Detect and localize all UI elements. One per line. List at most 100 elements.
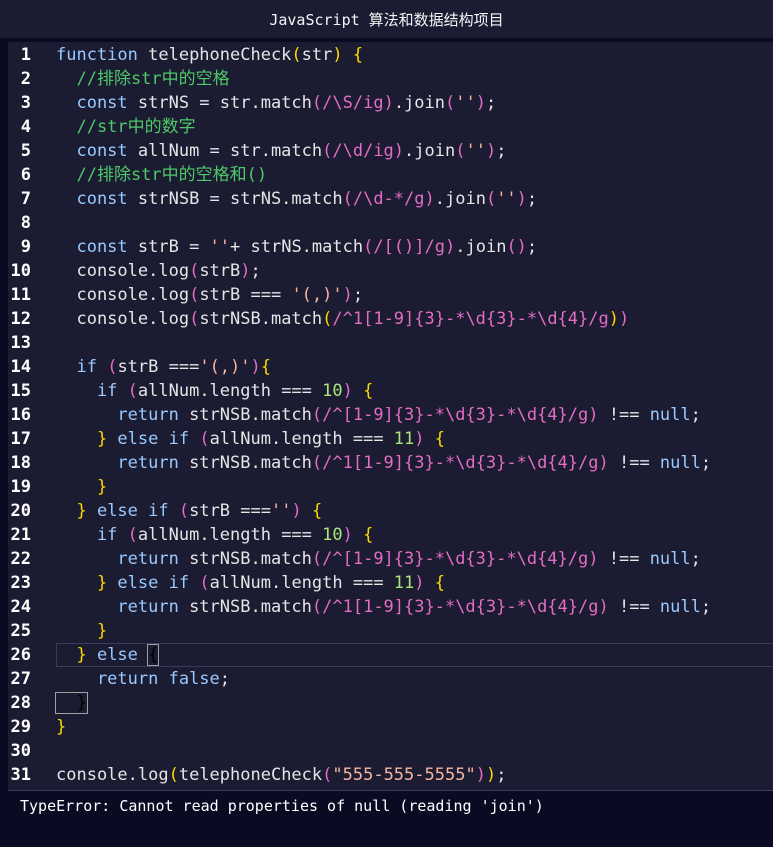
code-token: ( bbox=[322, 309, 333, 329]
code-editor[interactable]: 1 function telephoneCheck(str) {2 //排除str… bbox=[0, 42, 773, 790]
code-line-2[interactable]: 2 //排除str中的空格 bbox=[0, 67, 773, 91]
line-code[interactable]: return strNSB.match(/^1[1-9]{3}-*\d{3}-*… bbox=[56, 595, 711, 619]
code-token: allNum = str.match bbox=[137, 141, 323, 161]
code-token: ) bbox=[598, 453, 609, 473]
code-line-31[interactable]: 31 console.log(telephoneCheck("555-555-55… bbox=[0, 763, 773, 787]
code-token: ; bbox=[496, 141, 507, 161]
code-line-25[interactable]: 25 } bbox=[0, 619, 773, 643]
line-code[interactable]: return strNSB.match(/^1[1-9]{3}-*\d{3}-*… bbox=[56, 451, 711, 475]
code-token: strNSB.match bbox=[189, 549, 312, 569]
code-token: strNSB = strNS.match bbox=[137, 189, 343, 209]
line-code[interactable]: console.log(strNSB.match(/^1[1-9]{3}-*\d… bbox=[56, 307, 629, 331]
code-line-30[interactable]: 30 bbox=[0, 739, 773, 763]
console-output: TypeError: Cannot read properties of nul… bbox=[20, 797, 544, 815]
line-code[interactable]: console.log(telephoneCheck("555-555-5555… bbox=[56, 763, 506, 787]
code-token: const bbox=[56, 93, 138, 113]
code-token: telephoneCheck bbox=[148, 45, 292, 65]
code-line-17[interactable]: 17 } else if (allNum.length === 11) { bbox=[0, 427, 773, 451]
line-code[interactable]: const strNS = str.match(/\S/ig).join('')… bbox=[56, 91, 496, 115]
line-code[interactable]: } bbox=[56, 715, 66, 739]
code-token: '' bbox=[270, 501, 292, 521]
line-code[interactable]: return strNSB.match(/^[1-9]{3}-*\d{3}-*\… bbox=[56, 547, 701, 571]
line-code[interactable]: function telephoneCheck(str) { bbox=[56, 43, 363, 67]
code-line-16[interactable]: 16 return strNSB.match(/^[1-9]{3}-*\d{3}… bbox=[0, 403, 773, 427]
code-token: { bbox=[363, 381, 374, 401]
line-code[interactable]: if (strB ==='(,)'){ bbox=[56, 355, 271, 379]
code-token: '' bbox=[455, 93, 476, 113]
line-code[interactable]: } bbox=[56, 475, 107, 499]
code-line-14[interactable]: 14 if (strB ==='(,)'){ bbox=[0, 355, 773, 379]
console-panel: TypeError: Cannot read properties of nul… bbox=[8, 790, 773, 847]
gutter-edge bbox=[0, 42, 8, 846]
code-line-3[interactable]: 3 const strNS = str.match(/\S/ig).join('… bbox=[0, 91, 773, 115]
code-line-10[interactable]: 10 console.log(strB); bbox=[0, 259, 773, 283]
code-token: { bbox=[352, 45, 364, 65]
code-token: ( bbox=[199, 573, 210, 593]
line-code[interactable]: const allNum = str.match(/\d/ig).join(''… bbox=[56, 139, 506, 163]
code-token: '' bbox=[209, 237, 231, 257]
code-token: 11 bbox=[393, 429, 415, 449]
code-line-20[interactable]: 20 } else if (strB ==='') { bbox=[0, 499, 773, 523]
line-code[interactable]: //排除str中的空格 bbox=[56, 67, 229, 91]
code-token: ) bbox=[250, 357, 261, 377]
code-token: strB === bbox=[189, 501, 271, 521]
code-line-22[interactable]: 22 return strNSB.match(/^[1-9]{3}-*\d{3}… bbox=[0, 547, 773, 571]
line-code[interactable]: } bbox=[55, 691, 88, 715]
line-code[interactable]: return false; bbox=[56, 667, 230, 691]
line-code[interactable]: if (allNum.length === 10) { bbox=[56, 523, 373, 547]
code-token: return bbox=[56, 597, 190, 617]
code-token: ; bbox=[250, 261, 261, 281]
line-code[interactable]: //排除str中的空格和() bbox=[56, 163, 267, 187]
line-code[interactable]: const strNSB = strNS.match(/\d-*/g).join… bbox=[56, 187, 537, 211]
code-line-21[interactable]: 21 if (allNum.length === 10) { bbox=[0, 523, 773, 547]
code-token: ; bbox=[690, 405, 701, 425]
line-code[interactable]: } else if (strB ==='') { bbox=[56, 499, 322, 523]
line-code[interactable]: //str中的数字 bbox=[56, 115, 195, 139]
line-code[interactable]: console.log(strB === '(,)'); bbox=[56, 283, 363, 307]
code-line-11[interactable]: 11 console.log(strB === '(,)'); bbox=[0, 283, 773, 307]
line-code[interactable]: const strB = ''+ strNS.match(/[()]/g).jo… bbox=[56, 235, 537, 259]
line-code[interactable]: } else if (allNum.length === 11) { bbox=[56, 571, 445, 595]
line-code[interactable]: return strNSB.match(/^[1-9]{3}-*\d{3}-*\… bbox=[56, 403, 701, 427]
code-token: ( bbox=[311, 597, 323, 617]
code-line-27[interactable]: 27 return false; bbox=[0, 667, 773, 691]
code-token: ) bbox=[332, 45, 343, 65]
code-token: return bbox=[56, 669, 169, 689]
code-line-5[interactable]: 5 const allNum = str.match(/\d/ig).join(… bbox=[0, 139, 773, 163]
line-code[interactable]: } else if (allNum.length === 11) { bbox=[56, 427, 445, 451]
line-code[interactable]: console.log(strB); bbox=[56, 259, 261, 283]
code-line-9[interactable]: 9 const strB = ''+ strNS.match(/[()]/g).… bbox=[0, 235, 773, 259]
code-token: ) bbox=[342, 285, 353, 305]
code-token: ) bbox=[485, 765, 497, 785]
line-code[interactable]: } else { bbox=[56, 643, 160, 667]
code-line-28[interactable]: 28 } bbox=[0, 691, 773, 715]
code-line-29[interactable]: 29} bbox=[0, 715, 773, 739]
code-line-26[interactable]: 26 } else { bbox=[0, 643, 773, 667]
code-line-12[interactable]: 12 console.log(strNSB.match(/^1[1-9]{3}-… bbox=[0, 307, 773, 331]
code-line-13[interactable]: 13 bbox=[0, 331, 773, 355]
code-line-6[interactable]: 6 //排除str中的空格和() bbox=[0, 163, 773, 187]
code-token: ( bbox=[199, 429, 210, 449]
code-token: ( bbox=[363, 237, 374, 257]
code-line-4[interactable]: 4 //str中的数字 bbox=[0, 115, 773, 139]
code-line-7[interactable]: 7 const strNSB = strNS.match(/\d-*/g).jo… bbox=[0, 187, 773, 211]
code-line-23[interactable]: 23 } else if (allNum.length === 11) { bbox=[0, 571, 773, 595]
code-token: ( bbox=[189, 261, 200, 281]
code-token: } bbox=[56, 429, 108, 449]
code-token: { bbox=[434, 573, 446, 593]
code-token: } bbox=[56, 645, 87, 665]
code-line-15[interactable]: 15 if (allNum.length === 10) { bbox=[0, 379, 773, 403]
code-token: ; bbox=[352, 285, 364, 305]
line-code[interactable]: if (allNum.length === 10) { bbox=[56, 379, 373, 403]
code-line-18[interactable]: 18 return strNSB.match(/^1[1-9]{3}-*\d{3… bbox=[0, 451, 773, 475]
code-line-19[interactable]: 19 } bbox=[0, 475, 773, 499]
code-token: ; bbox=[690, 549, 701, 569]
code-line-24[interactable]: 24 return strNSB.match(/^1[1-9]{3}-*\d{3… bbox=[0, 595, 773, 619]
code-token: if bbox=[56, 525, 128, 545]
code-token: /^[1-9]{3}-*\d{3}-*\d{4}/g bbox=[322, 405, 589, 425]
code-token: ( bbox=[189, 309, 200, 329]
line-code[interactable]: } bbox=[56, 619, 107, 643]
code-token: null bbox=[659, 453, 701, 473]
code-line-8[interactable]: 8 bbox=[0, 211, 773, 235]
code-line-1[interactable]: 1 function telephoneCheck(str) { bbox=[0, 43, 773, 67]
